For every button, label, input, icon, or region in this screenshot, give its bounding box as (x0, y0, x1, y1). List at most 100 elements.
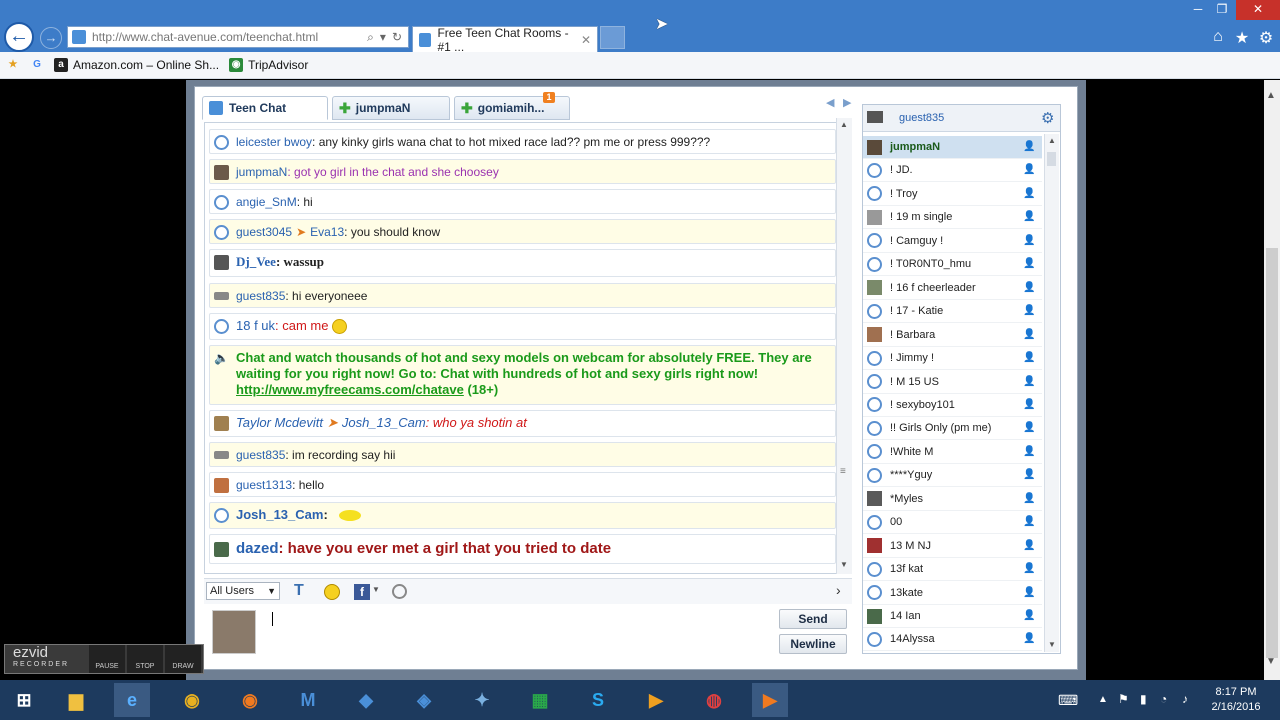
media-player-icon[interactable]: ▶ (638, 683, 674, 717)
user-list-item[interactable]: 13kate 👤 (863, 582, 1042, 605)
minimize-button[interactable]: ─ (1186, 0, 1210, 20)
add-favorite-icon[interactable]: ★ (6, 58, 20, 72)
keyboard-icon[interactable]: ⌨ (1058, 692, 1078, 709)
user-list-item[interactable]: ****Yguy 👤 (863, 464, 1042, 488)
user-list-scrollbar[interactable]: ▲ ▼ (1044, 134, 1059, 652)
mail-icon[interactable]: M (290, 683, 326, 717)
dropdown-icon[interactable]: ▾ (380, 30, 386, 45)
message-username[interactable]: jumpmaN (236, 165, 287, 179)
scroll-thumb[interactable] (1047, 152, 1056, 166)
pause-button[interactable]: PAUSE (89, 645, 125, 673)
new-tab-button[interactable] (600, 26, 625, 49)
user-list-item[interactable]: ! sexyboy101 👤 (863, 394, 1042, 417)
battery-icon[interactable]: ▮ (1140, 692, 1147, 706)
user-list-item[interactable]: !White M 👤 (863, 441, 1042, 464)
user-list-item[interactable]: ! Camguy ! 👤 (863, 230, 1042, 253)
refresh-icon[interactable]: ↻ (392, 30, 402, 45)
facebook-share-icon[interactable]: f (354, 584, 370, 600)
message-username[interactable]: guest3045 (236, 225, 292, 239)
my-avatar[interactable] (212, 610, 256, 654)
scroll-down-icon[interactable]: ▼ (1048, 640, 1056, 649)
message-username[interactable]: angie_SnM (236, 195, 297, 209)
my-username[interactable]: guest835 (899, 112, 944, 124)
favorite-tripadvisor[interactable]: ◉ TripAdvisor (229, 58, 308, 72)
send-button[interactable]: Send (779, 609, 847, 629)
message-username[interactable]: guest835 (236, 289, 285, 303)
user-list-item[interactable]: 14Alyssa 👤 (863, 628, 1042, 652)
user-list-item[interactable]: 13f kat 👤 (863, 558, 1042, 582)
tab-prev-icon[interactable]: ◀ (826, 96, 834, 109)
chevron-down-icon[interactable]: ▼ (372, 585, 380, 594)
favorite-amazon[interactable]: a Amazon.com – Online Sh... (54, 58, 219, 72)
recorder-app-icon[interactable]: ◍ (696, 683, 732, 717)
excel-icon[interactable]: ▦ (522, 683, 558, 717)
message-recipient[interactable]: Josh_13_Cam (342, 415, 426, 430)
emoticon-icon[interactable] (324, 584, 340, 600)
message-username[interactable]: guest1313 (236, 478, 292, 492)
message-username[interactable]: guest835 (236, 448, 285, 462)
app-icon[interactable]: ◈ (406, 683, 442, 717)
announcement-link[interactable]: http://www.myfreecams.com/chatave (236, 382, 464, 397)
user-list-item[interactable]: ! Troy 👤 (863, 183, 1042, 206)
user-avatar[interactable] (214, 542, 229, 557)
user-list-item[interactable]: ! M 15 US 👤 (863, 371, 1042, 394)
expand-arrow-icon[interactable]: › (836, 582, 841, 598)
scroll-up-icon[interactable]: ▲ (1266, 90, 1276, 101)
user-list-item[interactable]: !! Girls Only (pm me) 👤 (863, 417, 1042, 441)
message-username[interactable]: Josh_13_Cam (236, 507, 323, 522)
message-input[interactable] (262, 608, 774, 656)
skype-icon[interactable]: S (580, 683, 616, 717)
user-filter-select[interactable]: All Users ▼ (206, 582, 280, 600)
tab-gomiamih[interactable]: ✚ gomiamih... 1 (454, 92, 570, 120)
tray-expand-icon[interactable]: ▲ (1098, 694, 1108, 705)
tab-jumpman[interactable]: ✚ jumpmaN (332, 96, 450, 120)
forward-button[interactable]: → (40, 27, 62, 49)
tab-next-icon[interactable]: ▶ (843, 96, 851, 109)
google-icon[interactable]: G (30, 58, 44, 72)
firefox-icon[interactable]: ◉ (232, 683, 268, 717)
settings-gear-icon[interactable]: ⚙ (1256, 28, 1276, 48)
newline-button[interactable]: Newline (779, 634, 847, 654)
chrome-icon[interactable]: ◉ (174, 683, 210, 717)
tab-teen-chat[interactable]: Teen Chat (202, 96, 328, 120)
address-bar[interactable]: http://www.chat-avenue.com/teenchat.html… (67, 26, 409, 48)
browser-tab[interactable]: Free Teen Chat Rooms - #1 ... ✕ (412, 26, 598, 54)
scroll-down-icon[interactable]: ▼ (1266, 656, 1276, 667)
user-list-item[interactable]: 00 👤 (863, 511, 1042, 535)
user-avatar[interactable] (214, 165, 229, 180)
app-icon[interactable]: ◆ (348, 683, 384, 717)
message-username[interactable]: dazed (236, 540, 279, 557)
message-username[interactable]: 18 f uk (236, 318, 275, 333)
close-tab-icon[interactable]: ✕ (581, 33, 591, 47)
scroll-up-icon[interactable]: ▲ (840, 120, 848, 129)
file-explorer-icon[interactable]: ▆ (58, 683, 94, 717)
scroll-grip-icon[interactable]: ≡ (840, 466, 846, 477)
flag-icon[interactable]: ⚑ (1118, 692, 1129, 706)
my-avatar-small[interactable] (867, 111, 883, 123)
home-icon[interactable]: ⌂ (1208, 28, 1228, 46)
page-scrollbar-thumb[interactable] (1266, 248, 1278, 658)
user-list-item[interactable]: ! 19 m single 👤 (863, 206, 1042, 230)
user-list-item[interactable]: ! 17 - Katie 👤 (863, 300, 1042, 324)
message-username[interactable]: Taylor Mcdevitt (236, 415, 323, 430)
user-avatar[interactable] (214, 292, 229, 300)
user-avatar[interactable] (214, 451, 229, 459)
maximize-button[interactable]: ❐ (1210, 0, 1234, 20)
user-list-item[interactable]: 14 Ian 👤 (863, 605, 1042, 628)
internet-explorer-icon[interactable]: e (114, 683, 150, 717)
user-list-item[interactable]: ! 16 f cheerleader 👤 (863, 277, 1042, 300)
close-window-button[interactable]: ✕ (1236, 0, 1280, 20)
network-app-icon[interactable]: ✦ (464, 683, 500, 717)
message-username[interactable]: leicester bwoy (236, 135, 312, 149)
draw-button[interactable]: DRAW (165, 645, 201, 673)
message-username[interactable]: Dj_Vee (236, 254, 276, 269)
search-icon[interactable]: ⌕ (367, 30, 374, 45)
scroll-down-icon[interactable]: ▼ (840, 560, 848, 569)
favorites-star-icon[interactable]: ★ (1232, 28, 1252, 48)
chat-log-scrollbar[interactable]: ▲ ≡ ▼ (836, 118, 852, 574)
user-list-item[interactable]: 13 M NJ 👤 (863, 535, 1042, 558)
user-list-item[interactable]: ! Barbara 👤 (863, 324, 1042, 347)
scroll-up-icon[interactable]: ▲ (1048, 136, 1056, 145)
sound-toggle-icon[interactable] (392, 584, 407, 599)
start-windows-icon[interactable]: ⊞ (6, 683, 42, 717)
